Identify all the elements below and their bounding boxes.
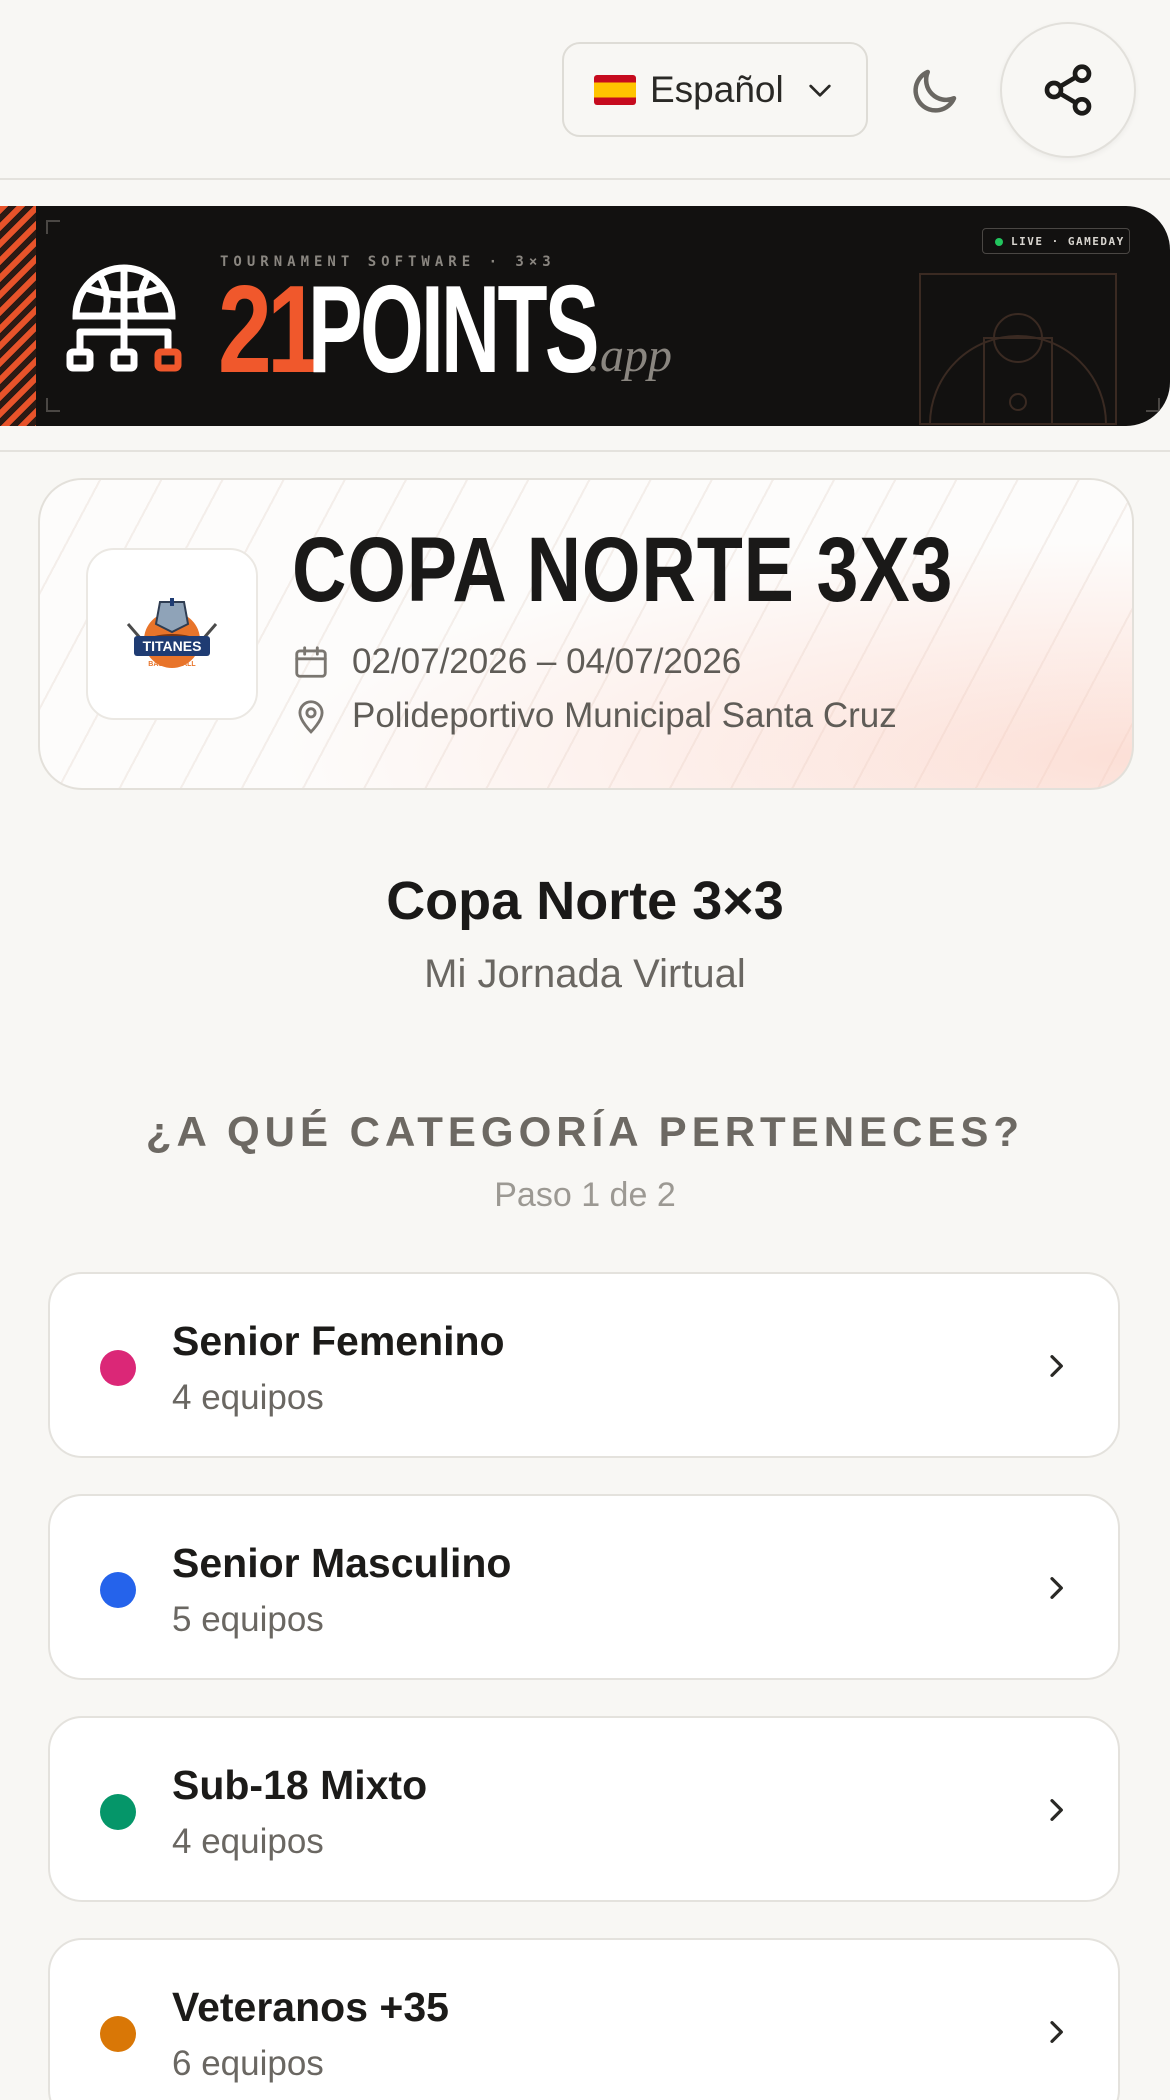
category-color-dot [100,1572,136,1608]
chevron-right-icon [1050,1355,1063,1377]
logo-subtext: BASKETBALL [148,661,196,668]
category-color-dot [100,1794,136,1830]
language-select[interactable]: Español [562,42,868,137]
category-name: Senior Masculino [172,1540,512,1586]
location-pin-icon [298,700,324,734]
banner-corner [46,220,60,234]
category-color-dot [100,2016,136,2052]
top-bar: Español [0,0,1170,180]
category-item-sub-18-mixto[interactable]: Sub-18 Mixto 4 equipos [48,1716,1120,1902]
bracket-ball-icon [66,264,182,372]
category-color-dot [100,1350,136,1386]
moon-icon[interactable] [904,62,964,122]
logo-suffix: .app [588,329,672,382]
chevron-down-icon [809,84,831,97]
category-item-senior-femenino[interactable]: Senior Femenino 4 equipos [48,1272,1120,1458]
dates-text: 02/07/2026 – 04/07/2026 [352,642,742,681]
brand-banner[interactable]: TOURNAMENT SOFTWARE · 3×3 21 POINTS .app… [0,206,1170,426]
venue-text: Polideportivo Municipal Santa Cruz [352,696,897,735]
titanes-logo-icon: TITANES BASKETBALL [126,598,218,668]
category-name: Sub-18 Mixto [172,1762,428,1808]
category-item-senior-masculino[interactable]: Senior Masculino 5 equipos [48,1494,1120,1680]
share-icon [1044,64,1092,116]
logo-number: 21 [218,261,321,399]
live-badge: LIVE · GAMEDAY [982,228,1130,254]
banner-corner [46,398,60,412]
category-team-count: 4 equipos [172,1378,324,1417]
category-name: Veteranos +35 [172,1984,449,2030]
page-subtitle: Mi Jornada Virtual [424,952,746,996]
calendar-icon [295,646,327,678]
divider [0,450,1170,452]
chevron-right-icon [1050,2021,1063,2043]
tournament-card: TITANES BASKETBALL COPA NORTE 3X3 02/07/… [38,478,1134,790]
tournament-dates: 02/07/2026 – 04/07/2026 [292,642,741,682]
chevron-right-icon [1050,1799,1063,1821]
logo-text: TITANES [143,638,202,654]
tournament-venue: Polideportivo Municipal Santa Cruz [292,696,897,736]
category-item-veteranos-35[interactable]: Veteranos +35 6 equipos [48,1938,1120,2100]
share-button[interactable] [1000,22,1136,158]
logo-word: POINTS [308,261,599,399]
tournament-title: COPA NORTE 3X3 [292,519,954,621]
category-team-count: 4 equipos [172,1822,324,1861]
step-indicator: Paso 1 de 2 [494,1176,676,1214]
chevron-right-icon [1050,1577,1063,1599]
category-team-count: 5 equipos [172,1600,324,1639]
court-icon [919,273,1117,425]
team-logo: TITANES BASKETBALL [86,548,258,720]
page-title: Copa Norte 3×3 [386,871,784,931]
language-label: Español [650,68,784,110]
category-question: ¿A QUÉ CATEGORÍA PERTENECES? [145,1108,1025,1155]
category-name: Senior Femenino [172,1318,505,1364]
banner-corner [1146,398,1160,412]
spain-flag-icon [594,74,636,105]
category-team-count: 6 equipos [172,2044,324,2083]
banner-stripe [0,206,36,426]
